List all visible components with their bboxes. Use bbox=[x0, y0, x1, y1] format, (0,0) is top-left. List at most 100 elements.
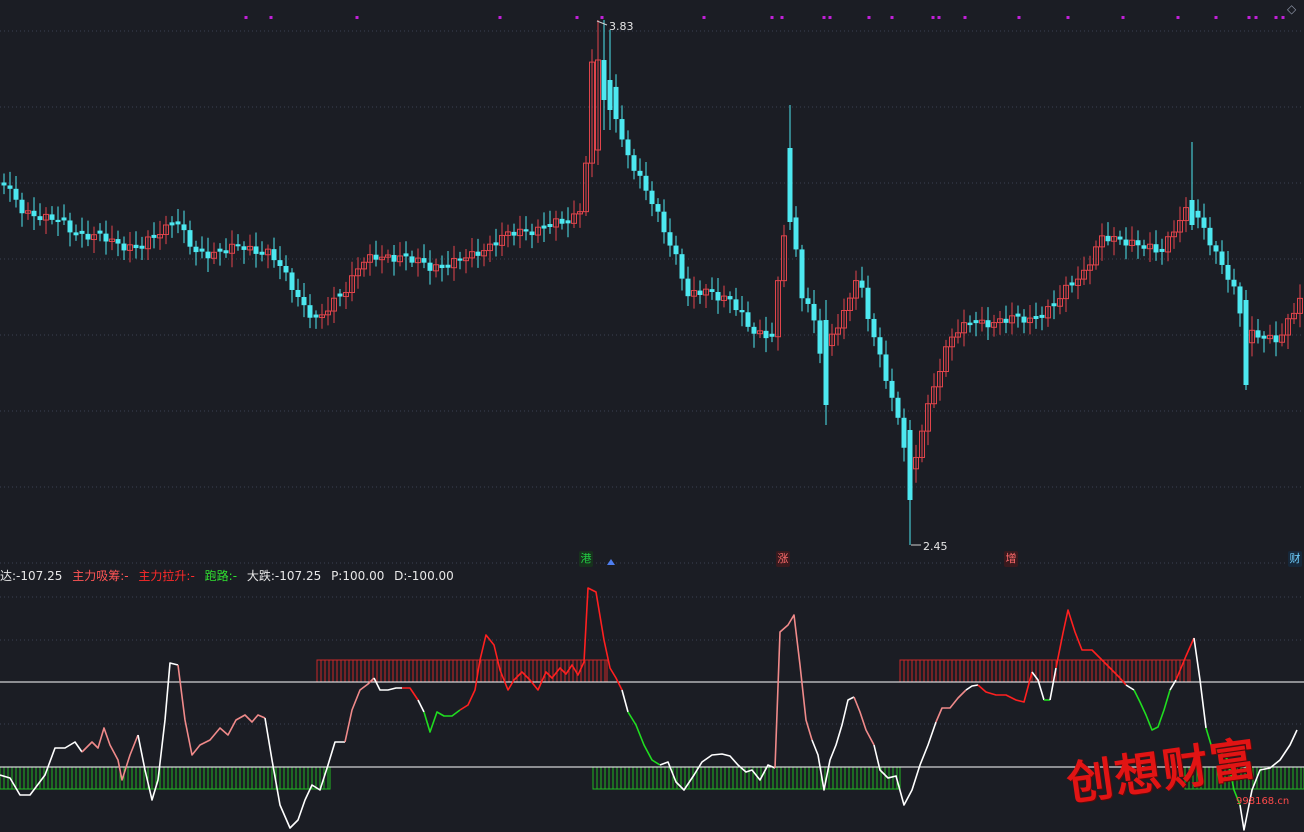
signal-marker bbox=[937, 16, 941, 19]
candle-body bbox=[1219, 251, 1225, 265]
candle-body bbox=[565, 220, 571, 224]
candle-body bbox=[1021, 316, 1027, 323]
candle-body bbox=[511, 231, 517, 236]
candlesticks bbox=[1, 20, 1303, 545]
oscillator-segment bbox=[264, 717, 345, 829]
candle-body bbox=[877, 337, 883, 355]
candle-body bbox=[133, 244, 139, 249]
candle-body bbox=[337, 293, 343, 297]
candle-body bbox=[151, 234, 157, 238]
signal-marker bbox=[1017, 16, 1021, 19]
signal-marker bbox=[702, 16, 706, 19]
candle-body bbox=[799, 249, 805, 299]
candle-body bbox=[7, 185, 13, 189]
candle-body bbox=[373, 254, 379, 260]
legend-item-5: 大跌:-107.25 bbox=[246, 569, 322, 583]
candle-body bbox=[1015, 313, 1021, 317]
candle-body bbox=[253, 246, 259, 254]
candle-body bbox=[13, 188, 19, 200]
candle-body bbox=[547, 224, 553, 228]
candle-body bbox=[655, 204, 661, 212]
signal-marker bbox=[1281, 16, 1285, 19]
signal-marker bbox=[931, 16, 935, 19]
signal-marker bbox=[1176, 16, 1180, 19]
candle-body bbox=[205, 251, 211, 259]
tag-cai[interactable]: 财 bbox=[1288, 551, 1302, 567]
candle-body bbox=[1231, 279, 1237, 287]
candle-body bbox=[193, 246, 199, 253]
candle-body bbox=[271, 249, 277, 261]
candle-body bbox=[697, 290, 703, 295]
signal-marker bbox=[1214, 16, 1218, 19]
candle-body bbox=[607, 80, 613, 110]
candle-body bbox=[475, 251, 481, 256]
candle-body bbox=[403, 253, 409, 257]
candle-body bbox=[667, 232, 673, 246]
candle-body bbox=[895, 397, 901, 418]
candle-body bbox=[559, 218, 565, 224]
candle-body bbox=[259, 251, 265, 255]
candle-body bbox=[421, 258, 427, 263]
oscillator-segment bbox=[1193, 637, 1207, 729]
candle-body bbox=[1033, 316, 1039, 320]
candle-body bbox=[283, 265, 289, 273]
oscillator-segment bbox=[402, 687, 419, 701]
candle-body bbox=[55, 219, 61, 223]
candle-body bbox=[1213, 245, 1219, 252]
signal-marker bbox=[822, 16, 826, 19]
signal-marker bbox=[269, 16, 273, 19]
candle-body bbox=[529, 231, 535, 236]
candle-body bbox=[217, 248, 223, 252]
oscillator-segment bbox=[373, 677, 402, 691]
legend-item-1: 达:-107.25 bbox=[0, 569, 63, 583]
signal-marker bbox=[780, 16, 784, 19]
candle-body bbox=[883, 354, 889, 381]
candle-body bbox=[1105, 235, 1111, 242]
signal-marker bbox=[1254, 16, 1258, 19]
candle-body bbox=[907, 430, 913, 500]
candle-body bbox=[673, 245, 679, 255]
candle-body bbox=[277, 260, 283, 266]
watermark-url: 998168.cn bbox=[1236, 796, 1290, 807]
signal-marker bbox=[890, 16, 894, 19]
candle-body bbox=[631, 155, 637, 171]
oscillator-segment bbox=[344, 677, 375, 743]
candle-body bbox=[1069, 282, 1075, 286]
price-grid bbox=[0, 30, 1304, 725]
candle-body bbox=[97, 230, 103, 234]
candle-body bbox=[1225, 264, 1231, 280]
candle-body bbox=[307, 305, 313, 318]
stock-chart: 3.83 2.45 bbox=[0, 16, 1304, 831]
oscillator-segment bbox=[774, 614, 813, 769]
tag-zeng[interactable]: 增 bbox=[1004, 551, 1018, 567]
tag-zhang[interactable]: 涨 bbox=[776, 551, 790, 567]
signal-marker bbox=[770, 16, 774, 19]
candle-body bbox=[73, 232, 79, 236]
oscillator-segment bbox=[621, 689, 629, 713]
candle-body bbox=[187, 230, 193, 247]
candle-body bbox=[139, 245, 145, 249]
tag-gang[interactable]: 港 bbox=[579, 551, 593, 567]
candle-body bbox=[1159, 248, 1165, 252]
high-low-labels: 3.83 2.45 bbox=[596, 20, 948, 565]
candle-body bbox=[739, 310, 745, 313]
candle-body bbox=[439, 264, 445, 269]
candle-body bbox=[241, 246, 247, 250]
diamond-icon[interactable]: ◇ bbox=[1287, 2, 1296, 16]
oscillator-segment bbox=[459, 587, 623, 711]
candle-body bbox=[745, 312, 751, 327]
oscillator-segment bbox=[1125, 684, 1135, 691]
legend-item-7: D:-100.00 bbox=[394, 569, 454, 583]
candle-body bbox=[541, 225, 547, 229]
top-signal-markers bbox=[244, 16, 1285, 19]
candle-body bbox=[1135, 240, 1141, 246]
oscillator-segment bbox=[873, 721, 937, 806]
candle-body bbox=[871, 318, 877, 338]
histogram-block bbox=[592, 766, 901, 790]
candle-body bbox=[1201, 217, 1207, 228]
candle-body bbox=[1189, 200, 1195, 225]
candle-body bbox=[85, 233, 91, 240]
legend-item-3: 主力拉升:- bbox=[138, 569, 195, 583]
up-arrow-icon bbox=[607, 559, 615, 565]
candle-body bbox=[1039, 314, 1045, 318]
